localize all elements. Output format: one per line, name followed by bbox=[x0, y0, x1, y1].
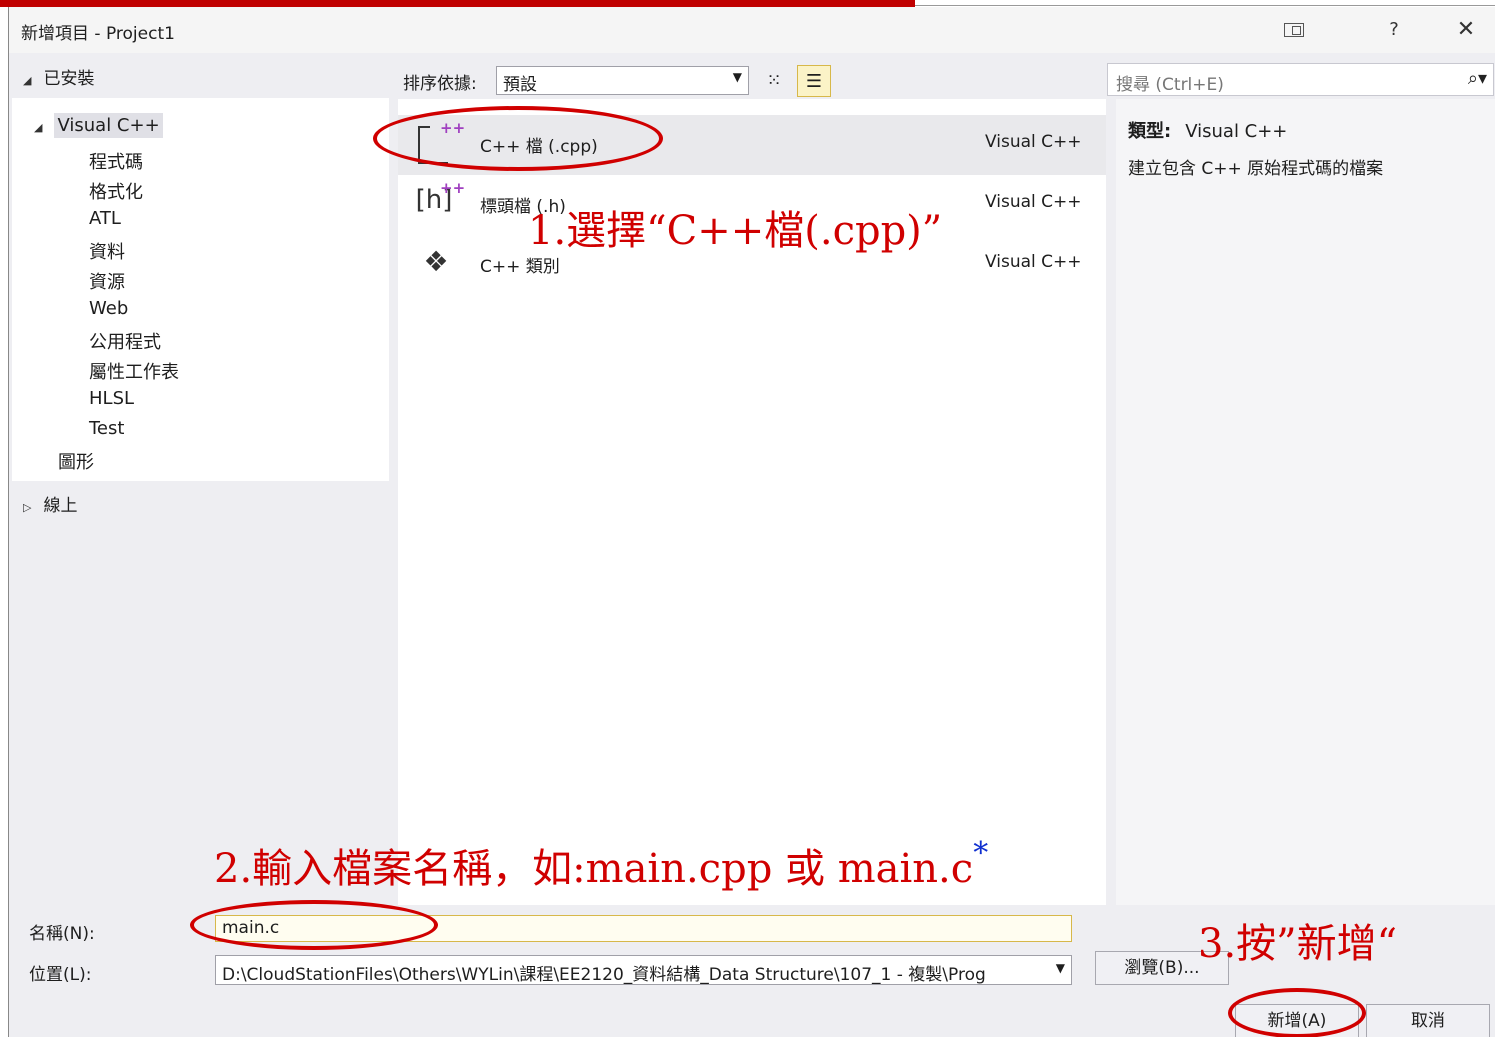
tree-item-test[interactable]: Test bbox=[89, 418, 124, 439]
class-icon: ❖ bbox=[423, 245, 449, 278]
template-type: Visual C++ bbox=[985, 192, 1082, 212]
tree-item-formatting[interactable]: 格式化 bbox=[89, 178, 143, 204]
detail-description: 建立包含 C++ 原始程式碼的檔案 bbox=[1128, 159, 1384, 179]
highlight-oval-add bbox=[1228, 988, 1366, 1037]
chevron-down-icon: ▼ bbox=[732, 70, 742, 84]
category-tree: ◢ Visual C++ 程式碼 格式化 ATL 資料 資源 Web 公用程式 屬… bbox=[12, 98, 389, 481]
installed-label: 已安裝 bbox=[43, 69, 95, 89]
annotation-step3: 3.按”新增“ bbox=[1198, 921, 1398, 967]
annotation-step2: 2.輸入檔案名稱，如:main.cpp 或 main.c* bbox=[214, 836, 988, 894]
template-type: Visual C++ bbox=[985, 132, 1082, 152]
close-button[interactable]: ✕ bbox=[1446, 15, 1486, 45]
tree-item-code[interactable]: 程式碼 bbox=[89, 148, 143, 174]
location-dropdown[interactable]: D:\CloudStationFiles\Others\WYLin\課程\EE2… bbox=[215, 955, 1072, 985]
tree-item-visual-cpp[interactable]: ◢ Visual C++ bbox=[34, 113, 163, 138]
grid-icon: ⁙ bbox=[766, 70, 782, 91]
name-label: 名稱(N): bbox=[29, 924, 95, 944]
sort-label: 排序依據: bbox=[403, 74, 477, 94]
sort-dropdown[interactable]: 預設 ▼ bbox=[496, 66, 749, 95]
highlight-oval-name bbox=[190, 900, 438, 950]
detail-type-label: 類型: bbox=[1128, 121, 1172, 142]
plus-badge-icon: ++ bbox=[440, 179, 466, 197]
slide-top-line bbox=[915, 5, 1495, 6]
chevron-down-icon: ▼ bbox=[1051, 961, 1065, 975]
tree-item-utility[interactable]: 公用程式 bbox=[89, 328, 161, 354]
small-icons-view-button[interactable]: ⁙ bbox=[757, 65, 791, 97]
location-label: 位置(L): bbox=[29, 965, 92, 985]
annotation-step2-text: 2.輸入檔案名稱，如:main.cpp 或 main.c bbox=[214, 846, 974, 892]
location-value: D:\CloudStationFiles\Others\WYLin\課程\EE2… bbox=[222, 965, 986, 985]
tree-item-graphics[interactable]: 圖形 bbox=[58, 448, 94, 474]
tree-item-property-sheets[interactable]: 屬性工作表 bbox=[89, 358, 179, 384]
detail-type: 類型: Visual C++ bbox=[1128, 117, 1287, 143]
online-header[interactable]: ▷ 線上 bbox=[23, 491, 77, 516]
tree-item-label: Visual C++ bbox=[54, 113, 163, 138]
slide-top-red-bar bbox=[0, 0, 915, 7]
tree-item-hlsl[interactable]: HLSL bbox=[89, 388, 134, 409]
details-panel: 類型: Visual C++ 建立包含 C++ 原始程式碼的檔案 bbox=[1116, 99, 1495, 905]
template-type: Visual C++ bbox=[985, 252, 1082, 272]
search-icon: ⌕▾ bbox=[1467, 68, 1487, 89]
expand-triangle-icon: ▷ bbox=[23, 501, 32, 514]
help-button[interactable]: ? bbox=[1374, 15, 1414, 45]
search-placeholder: 搜尋 (Ctrl+E) bbox=[1116, 75, 1224, 95]
list-icon: ☰ bbox=[805, 71, 823, 92]
collapse-triangle-icon: ◢ bbox=[34, 121, 43, 134]
online-label: 線上 bbox=[43, 496, 78, 516]
installed-header[interactable]: ◢ 已安裝 bbox=[23, 64, 94, 89]
collapse-triangle-icon: ◢ bbox=[23, 74, 32, 87]
detail-type-value: Visual C++ bbox=[1185, 121, 1288, 142]
window-title: 新增項目 - Project1 bbox=[21, 24, 175, 44]
layout-toggle-button[interactable] bbox=[1274, 15, 1314, 45]
annotation-step2-star: * bbox=[973, 836, 989, 871]
cancel-button[interactable]: 取消 bbox=[1366, 1004, 1490, 1037]
tree-item-resources[interactable]: 資源 bbox=[89, 268, 125, 294]
tree-item-data[interactable]: 資料 bbox=[89, 238, 125, 264]
search-input[interactable]: 搜尋 (Ctrl+E) ⌕▾ bbox=[1107, 63, 1494, 96]
list-view-button[interactable]: ☰ bbox=[797, 65, 831, 97]
layout-icon bbox=[1284, 23, 1304, 37]
tree-item-atl[interactable]: ATL bbox=[89, 208, 121, 229]
title-bar: 新增項目 - Project1 ? ✕ bbox=[9, 7, 1495, 53]
highlight-oval-cpp bbox=[373, 106, 663, 171]
tree-item-web[interactable]: Web bbox=[89, 298, 128, 319]
sort-value: 預設 bbox=[503, 75, 537, 95]
annotation-step1: 1.選擇“C++檔(.cpp)” bbox=[528, 208, 943, 254]
